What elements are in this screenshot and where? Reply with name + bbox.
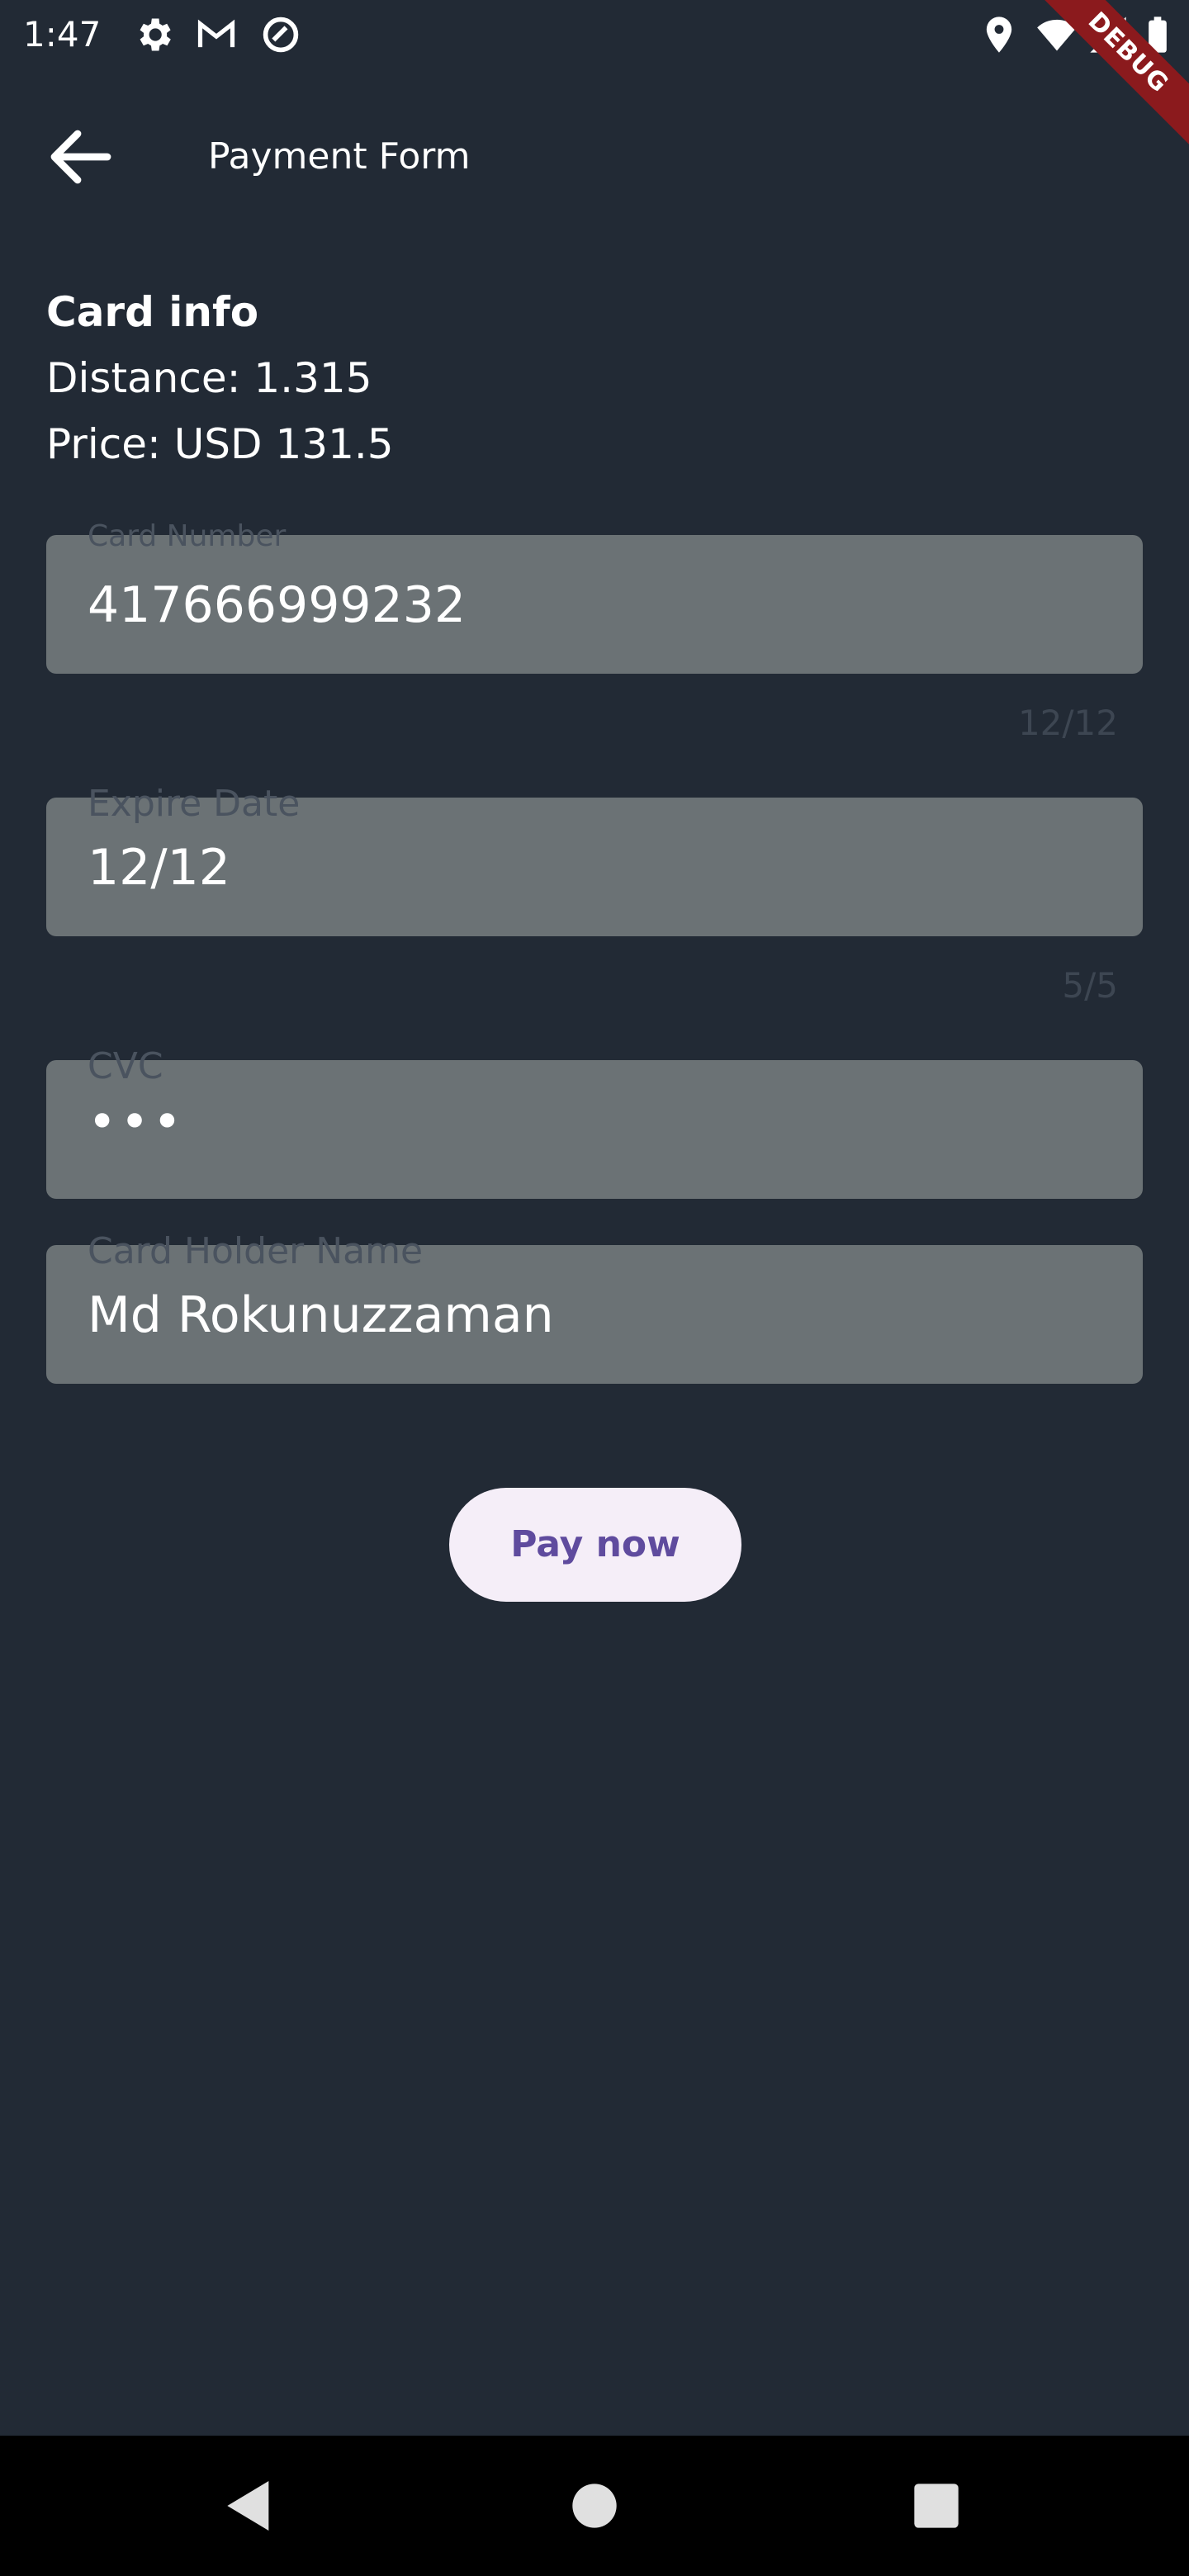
settings-icon	[132, 13, 175, 56]
back-triangle-icon	[227, 2481, 269, 2531]
navigation-bar	[0, 2436, 1189, 2576]
status-bar: 1:47	[0, 0, 1189, 69]
card-number-value: 417666999232	[88, 576, 467, 634]
card-number-counter: 12/12	[1017, 703, 1118, 743]
card-holder-name-label: Card Holder Name	[88, 1230, 424, 1272]
card-info-heading: Card info	[46, 288, 259, 336]
distance-text: Distance: 1.315	[46, 354, 372, 402]
pay-now-button[interactable]: Pay now	[449, 1488, 741, 1602]
card-holder-name-field[interactable]: Card Holder Name Md Rokunuzzaman	[46, 1230, 1143, 1384]
payment-form-screen: 1:47 DEBUG Payment Form Card info Distan…	[0, 0, 1189, 2576]
price-text: Price: USD 131.5	[46, 420, 394, 468]
cvc-field[interactable]: CVC •••	[46, 1045, 1143, 1199]
nav-recents-button[interactable]	[903, 2473, 969, 2539]
page-title: Payment Form	[208, 135, 471, 178]
app-bar: Payment Form	[0, 69, 1189, 234]
card-number-field[interactable]: Card Number 417666999232	[46, 519, 1143, 674]
nav-back-button[interactable]	[216, 2473, 282, 2539]
gmail-icon	[195, 13, 238, 56]
location-icon	[978, 13, 1021, 56]
expire-date-counter: 5/5	[1062, 965, 1118, 1006]
sync-icon	[259, 13, 302, 56]
nav-home-button[interactable]	[561, 2473, 628, 2539]
status-time: 1:47	[23, 14, 102, 54]
cvc-label: CVC	[88, 1045, 163, 1087]
card-holder-name-value: Md Rokunuzzaman	[88, 1286, 554, 1344]
expire-date-label: Expire Date	[88, 783, 301, 825]
back-button[interactable]	[41, 117, 121, 197]
card-number-label: Card Number	[88, 519, 287, 553]
arrow-back-icon	[50, 130, 111, 184]
expire-date-value: 12/12	[88, 839, 230, 897]
cvc-value: •••	[88, 1093, 186, 1151]
home-circle-icon	[572, 2484, 617, 2528]
expire-date-field[interactable]: Expire Date 12/12	[46, 783, 1143, 936]
recents-square-icon	[914, 2484, 959, 2528]
